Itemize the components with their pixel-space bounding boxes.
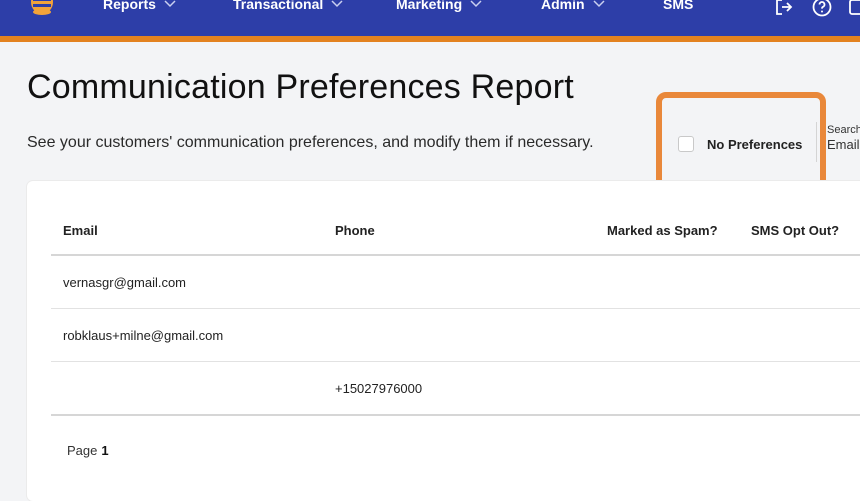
- checkbox-box[interactable]: [678, 136, 694, 152]
- profile-icon[interactable]: [848, 0, 860, 18]
- nav-admin[interactable]: Admin: [541, 0, 605, 14]
- column-header-phone[interactable]: Phone: [335, 223, 375, 238]
- current-page-number[interactable]: 1: [101, 443, 108, 458]
- nav-marketing[interactable]: Marketing: [396, 0, 482, 14]
- results-card: Email Phone Marked as Spam? SMS Opt Out?…: [27, 181, 860, 501]
- chevron-down-icon: [593, 0, 605, 8]
- row-divider: [51, 308, 860, 309]
- search-control[interactable]: Search Email: [816, 122, 860, 162]
- nav-reports-label: Reports: [103, 0, 156, 12]
- nav-sms[interactable]: SMS: [663, 0, 693, 14]
- pagination-label: Page: [67, 443, 98, 458]
- logout-icon[interactable]: [773, 0, 795, 18]
- chevron-down-icon: [331, 0, 343, 8]
- page-subtitle: See your customers' communication prefer…: [27, 134, 594, 151]
- row-1-email: vernasgr@gmail.com: [63, 275, 187, 290]
- search-label: Search: [827, 124, 860, 136]
- chevron-down-icon: [470, 0, 482, 8]
- no-preferences-label: No Preferences: [707, 136, 803, 152]
- chevron-down-icon: [164, 0, 176, 8]
- row-divider: [51, 361, 860, 362]
- pagination: Page 1: [67, 443, 109, 458]
- table-bottom-divider: [51, 414, 860, 416]
- row-3-phone: +15027976000: [335, 381, 423, 396]
- no-preferences-checkbox[interactable]: No Preferences: [678, 136, 802, 152]
- column-header-spam[interactable]: Marked as Spam?: [607, 223, 718, 238]
- nav-sms-label: SMS: [663, 0, 694, 12]
- nav-marketing-label: Marketing: [396, 0, 463, 12]
- page-title: Communication Preferences Report: [27, 68, 574, 106]
- row-2-email: robklaus+milne@gmail.com: [63, 328, 224, 343]
- help-icon[interactable]: [811, 0, 833, 18]
- nav-admin-label: Admin: [541, 0, 585, 12]
- search-field-select[interactable]: Email: [827, 137, 860, 152]
- nav-accent-stripe: [0, 36, 860, 42]
- nav-reports[interactable]: Reports: [103, 0, 176, 14]
- column-header-email[interactable]: Email: [63, 223, 98, 238]
- top-navigation-bar: Reports Transactional Marketing Admin SM…: [0, 0, 860, 36]
- nav-transactional[interactable]: Transactional: [233, 0, 343, 14]
- header-divider: [51, 254, 860, 256]
- bee-logo-icon[interactable]: [24, 0, 60, 20]
- column-header-sms-opt-out[interactable]: SMS Opt Out?: [751, 223, 839, 238]
- nav-transactional-label: Transactional: [233, 0, 324, 12]
